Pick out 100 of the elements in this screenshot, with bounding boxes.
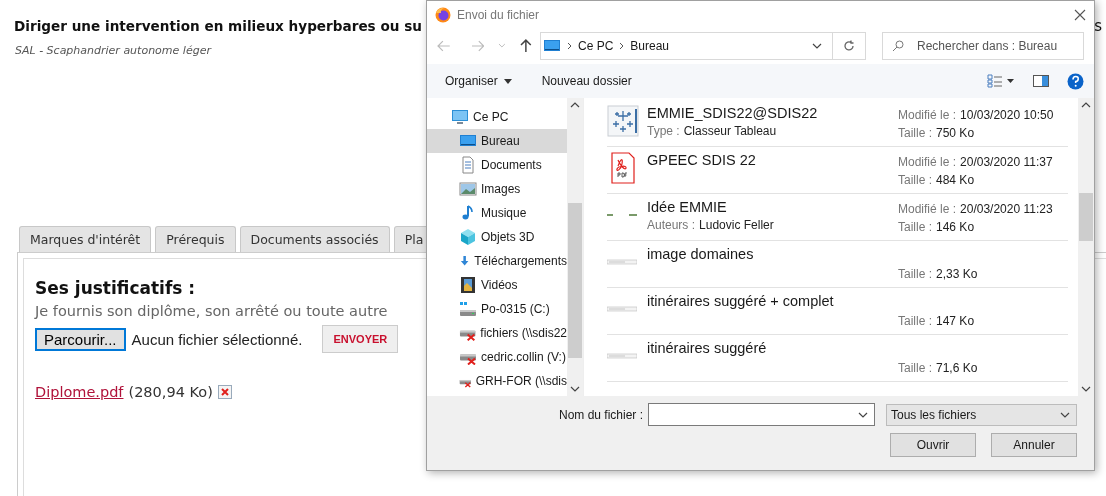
file-name: EMMIE_SDIS22@SDIS22 [647,105,819,121]
chevron-down-icon [570,386,580,392]
meta-label: Auteurs : [647,218,696,232]
chevron-up-icon [570,102,580,108]
meta-value: 750 Ko [936,126,975,140]
thumbnail-icon [607,306,637,312]
chevron-down-icon [1081,386,1091,392]
network-drive-icon [459,329,477,341]
file-type-dropdown[interactable]: Tous les fichiers [886,403,1077,426]
meta-label: Modifié le : [898,202,957,216]
nav-item[interactable]: cedric.collin (V:) [427,345,567,369]
subtitle: SAL - Scaphandrier autonome léger [15,44,211,57]
section-title: Ses justificatifs : [35,278,196,298]
search-field[interactable]: Rechercher dans : Bureau [882,31,1084,60]
refresh-icon[interactable] [843,39,855,52]
scroll-thumb[interactable] [1079,193,1093,241]
dialog-button[interactable]: Annuler [991,433,1077,457]
meta-label: Taille : [898,267,932,281]
field-label: Nom du fichier : [558,407,643,422]
file-row[interactable]: itinéraires suggéré Taille : 71,6 Ko [607,335,1068,382]
chevron-up-icon [1081,102,1091,108]
chevron-down-icon [812,42,822,49]
meta-value: 147 Ko [936,314,975,328]
file-size: (280,94 Ko) [128,384,213,400]
meta-label: Taille : [898,220,932,234]
monitor-icon [451,108,469,126]
thumbnail-icon [607,259,637,265]
nav-item[interactable]: Vidéos [427,273,567,297]
file-row[interactable]: Idée EMMIE Auteurs : Ludovic Feller Modifié le : 20/03/2020 11:23 Taille : 146 Ko [607,194,1068,241]
browser-logo-icon [435,7,451,23]
filename-field[interactable] [648,403,875,426]
up-arrow-icon[interactable] [520,38,532,53]
breadcrumb-item[interactable]: Bureau [630,38,670,53]
search-icon [892,39,904,52]
dialog-title: Envoi du fichier [457,8,541,22]
network-drive-icon [459,353,477,365]
delete-icon[interactable] [217,385,232,399]
meta-label: Taille : [898,126,932,140]
thumbnail-icon [607,353,637,359]
tab[interactable]: Documents associés [239,226,390,252]
film-icon [459,276,477,294]
scroll-thumb[interactable] [568,203,582,358]
file-row[interactable]: image domaines Taille : 2,33 Ko [607,241,1068,288]
meta-value: 2,33 Ko [936,267,978,281]
meta-value: Ludovic Feller [699,218,774,232]
browse-button[interactable]: Parcourir... [35,327,126,351]
nav-item[interactable]: Musique [427,201,567,225]
meta-value: 484 Ko [936,173,975,187]
nav-item[interactable]: Documents [427,153,567,177]
tab[interactable]: Prérequis [155,226,236,252]
meta-label: Taille : [898,173,932,187]
file-name: itinéraires suggéré [647,340,768,356]
file-status: Aucun fichier sélectionné. [131,330,303,348]
image-icon [459,180,477,198]
cube-icon [459,228,477,246]
file-name: GPEEC SDIS 22 [647,152,757,168]
file-link[interactable]: Diplome.pdf [35,384,124,400]
toolbar-button[interactable]: Organiser [445,74,512,88]
scrollbar[interactable] [1078,98,1094,396]
meta-value: 10/03/2020 10:50 [960,108,1054,122]
drive-icon [459,300,477,318]
scrollbar[interactable] [567,98,583,396]
file-row[interactable]: EMMIE_SDIS22@SDIS22 Type : Classeur Tableau Modifié le : 10/03/2020 10:50 Taille : 750 Ko [607,100,1068,147]
breadcrumb-item[interactable]: Ce PC [578,38,614,53]
nav-item[interactable]: fichiers (\\sdis22 [427,321,567,345]
view-options-icon[interactable] [987,74,1015,88]
nav-item[interactable]: Ce PC [427,105,567,129]
file-name: image domaines [647,246,755,262]
page-title: s [1094,17,1102,35]
meta-label: Taille : [898,361,932,375]
file-row[interactable]: itinéraires suggéré + complet Taille : 147 Ko [607,288,1068,335]
nav-item[interactable]: Po-0315 (C:) [427,297,567,321]
dialog-button[interactable]: Ouvrir [890,433,976,457]
nav-item[interactable]: Bureau [427,129,567,153]
meta-value: 20/03/2020 11:37 [960,155,1053,169]
help-icon[interactable] [1067,72,1084,90]
meta-value: 146 Ko [936,220,975,234]
chevron-down-icon [1060,411,1070,418]
dash-icon [607,211,639,219]
meta-label: Taille : [898,314,932,328]
nav-item[interactable]: GRH-FOR (\\sdis [427,369,567,393]
meta-label: Type : [647,124,680,138]
workbook-icon [607,105,639,137]
toolbar-button[interactable]: Nouveau dossier [541,74,632,88]
network-drive-icon [459,377,472,389]
send-button[interactable]: ENVOYER [322,325,399,353]
meta-label: Modifié le : [898,155,957,169]
tab[interactable]: Marques d'intérêt [19,226,152,252]
nav-item[interactable]: Téléchargements [427,249,567,273]
address-bar[interactable]: Ce PC Bureau [540,31,866,60]
nav-item[interactable]: Images [427,177,567,201]
page-title: Diriger une intervention en milieux hyperbares ou su [14,18,422,34]
file-name: itinéraires suggéré + complet [647,293,835,309]
document-icon [459,156,477,174]
caret-icon [503,78,512,84]
close-icon[interactable] [1074,9,1086,21]
meta-label: Modifié le : [898,108,957,122]
file-name: Idée EMMIE [647,199,728,215]
file-row[interactable]: GPEEC SDIS 22 Modifié le : 20/03/2020 11:37 Taille : 484 Ko [607,147,1068,194]
preview-pane-icon[interactable] [1033,75,1049,87]
